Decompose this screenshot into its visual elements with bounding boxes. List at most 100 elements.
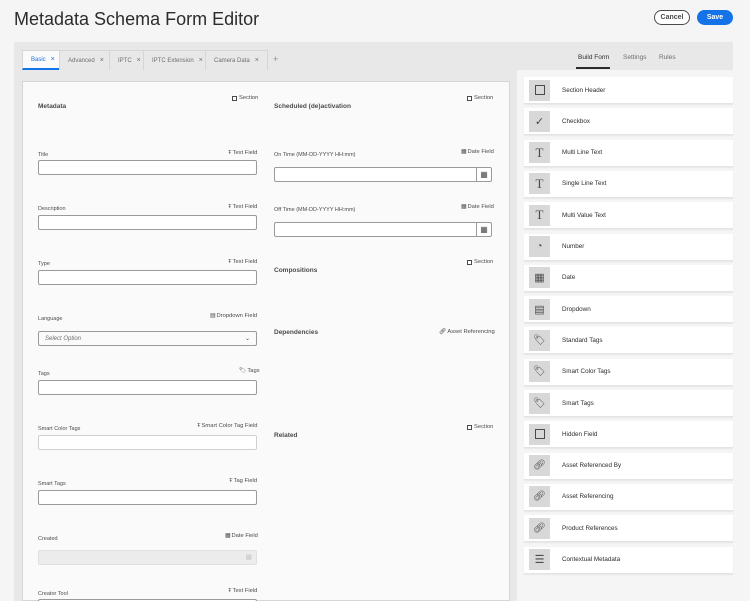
- field-type-tag: Ŧ Text Field: [228, 259, 258, 265]
- section-type-tag: Section: [467, 95, 493, 101]
- component-single-line-text[interactable]: T Single Line Text: [524, 170, 733, 198]
- tag-icon: 🏷︎: [529, 361, 550, 383]
- calendar-icon: ▦: [529, 267, 550, 289]
- component-multi-value-text[interactable]: T Multi Value Text: [524, 202, 733, 230]
- field-type-tag: ▦ Date Field: [461, 204, 494, 210]
- component-label: Asset Referenced By: [562, 462, 622, 470]
- component-multi-line-text[interactable]: T Multi Line Text: [524, 139, 733, 167]
- section-icon: [232, 95, 237, 101]
- text-icon: T: [529, 142, 550, 164]
- section-type-tag: 🔗︎ Asset Referencing: [439, 329, 495, 335]
- component-section-header[interactable]: Section Header: [524, 77, 733, 104]
- calendar-icon: ▦: [480, 170, 488, 179]
- add-tab-button[interactable]: +: [273, 54, 278, 64]
- tab-build-form[interactable]: Build Form: [578, 54, 609, 61]
- tab-label: IPTC: [118, 57, 132, 64]
- component-smart-color-tags[interactable]: 🏷︎ Smart Color Tags: [524, 358, 733, 386]
- section-title-metadata: Metadata: [38, 103, 67, 110]
- tab-rules[interactable]: Rules: [659, 54, 676, 61]
- component-asset-referenced-by[interactable]: 🔗︎ Asset Referenced By: [524, 452, 733, 480]
- section-title-scheduled: Scheduled (de)activation: [274, 103, 351, 110]
- created-date-input: ▦: [38, 550, 257, 565]
- chevron-down-icon: ⌄: [244, 336, 250, 342]
- text-field-icon: Ŧ: [228, 259, 232, 265]
- section-type-tag: Section: [467, 259, 493, 265]
- component-standard-tags[interactable]: 🏷︎ Standard Tags: [524, 327, 733, 355]
- section-title-related: Related: [274, 432, 298, 439]
- component-dropdown[interactable]: ▤ Dropdown: [524, 296, 733, 324]
- field-type-tag: ▦ Date Field: [461, 149, 494, 155]
- component-hidden-field[interactable]: Hidden Field: [524, 421, 733, 449]
- tag-icon: 🏷︎: [239, 368, 247, 374]
- list-icon: ☰: [529, 549, 550, 570]
- smart-color-tags-input[interactable]: [38, 435, 257, 450]
- field-type-tag: Ŧ Text Field: [228, 588, 258, 594]
- page-title: Metadata Schema Form Editor: [14, 9, 260, 29]
- component-contextual-metadata[interactable]: ☰ Contextual Metadata: [524, 546, 733, 574]
- component-product-references[interactable]: 🔗︎ Product References: [524, 515, 733, 543]
- close-icon[interactable]: ×: [255, 57, 259, 64]
- cancel-button[interactable]: Cancel: [654, 10, 690, 25]
- component-label: Standard Tags: [562, 336, 603, 344]
- text-field-icon: Ŧ: [228, 588, 232, 594]
- tab-camera-data[interactable]: Camera Data ×: [205, 50, 268, 70]
- language-select[interactable]: Select Option ⌄: [38, 331, 257, 346]
- type-input[interactable]: [38, 270, 257, 285]
- close-icon[interactable]: ×: [51, 56, 55, 63]
- component-date[interactable]: ▦ Date: [524, 264, 733, 292]
- tab-basic[interactable]: Basic ×: [22, 50, 64, 70]
- link-icon: 🔗︎: [529, 486, 550, 508]
- smart-tags-input[interactable]: [38, 490, 257, 505]
- tab-advanced[interactable]: Advanced ×: [59, 50, 113, 70]
- tags-input[interactable]: [38, 380, 257, 395]
- component-number[interactable]: ◔ Number: [524, 233, 733, 261]
- tab-settings[interactable]: Settings: [623, 54, 647, 61]
- field-label-smart-color-tags: Smart Color Tags: [38, 426, 81, 432]
- tab-label: IPTC Extension: [152, 57, 194, 64]
- component-checkbox[interactable]: ✓ Checkbox: [524, 108, 733, 136]
- active-tab-indicator: [576, 67, 610, 69]
- component-label: Smart Color Tags: [562, 368, 611, 376]
- text-icon: T: [529, 173, 550, 195]
- field-label-on-time: On Time (MM-DD-YYYY HH:mm): [274, 152, 356, 158]
- field-label-off-time: Off Time (MM-DD-YYYY HH:mm): [274, 207, 356, 213]
- calendar-icon: ▦: [480, 225, 488, 234]
- off-time-input[interactable]: [274, 222, 477, 237]
- on-time-input[interactable]: [274, 167, 477, 182]
- calendar-icon: ▦: [245, 554, 252, 561]
- tab-bar: Basic × Advanced × IPTC × IPTC Extension × C…: [14, 42, 733, 70]
- dropdown-field-icon: ▤: [210, 313, 216, 319]
- close-icon[interactable]: ×: [199, 57, 203, 64]
- field-label-tags: Tags: [38, 371, 50, 377]
- field-type-tag: Ŧ Smart Color Tag Field: [197, 423, 258, 429]
- component-label: Section Header: [562, 86, 606, 94]
- component-label: Date: [562, 274, 576, 282]
- field-label-type: Type: [38, 261, 50, 267]
- section-type-tag: Section: [232, 95, 258, 101]
- title-input[interactable]: [38, 160, 257, 175]
- field-label-language: Language: [38, 316, 63, 322]
- component-label: Contextual Metadata: [562, 556, 621, 563]
- tab-iptc-extension[interactable]: IPTC Extension ×: [143, 50, 212, 70]
- field-type-tag: Ŧ Text Field: [228, 204, 258, 210]
- square-icon: [529, 79, 550, 101]
- field-label-smart-tags: Smart Tags: [38, 481, 66, 487]
- link-icon: 🔗︎: [529, 455, 550, 477]
- section-title-dependencies: Dependencies: [274, 329, 319, 336]
- component-asset-referencing[interactable]: 🔗︎ Asset Referencing: [524, 483, 733, 511]
- text-icon: T: [529, 204, 550, 226]
- off-time-calendar-button[interactable]: ▦: [476, 222, 492, 237]
- select-placeholder: Select Option: [45, 335, 82, 342]
- field-type-tag: 🏷︎ Tags: [239, 368, 260, 374]
- section-type-tag: Section: [467, 424, 493, 430]
- description-input[interactable]: [38, 215, 257, 230]
- close-icon[interactable]: ×: [100, 57, 104, 64]
- component-label: Hidden Field: [562, 430, 598, 438]
- close-icon[interactable]: ×: [137, 57, 141, 64]
- component-label: Number: [562, 243, 585, 250]
- text-field-icon: Ŧ: [228, 204, 232, 210]
- on-time-calendar-button[interactable]: ▦: [476, 167, 492, 182]
- calendar-icon: ▦: [461, 149, 467, 155]
- component-smart-tags[interactable]: 🏷︎ Smart Tags: [524, 390, 733, 417]
- save-button[interactable]: Save: [697, 10, 733, 25]
